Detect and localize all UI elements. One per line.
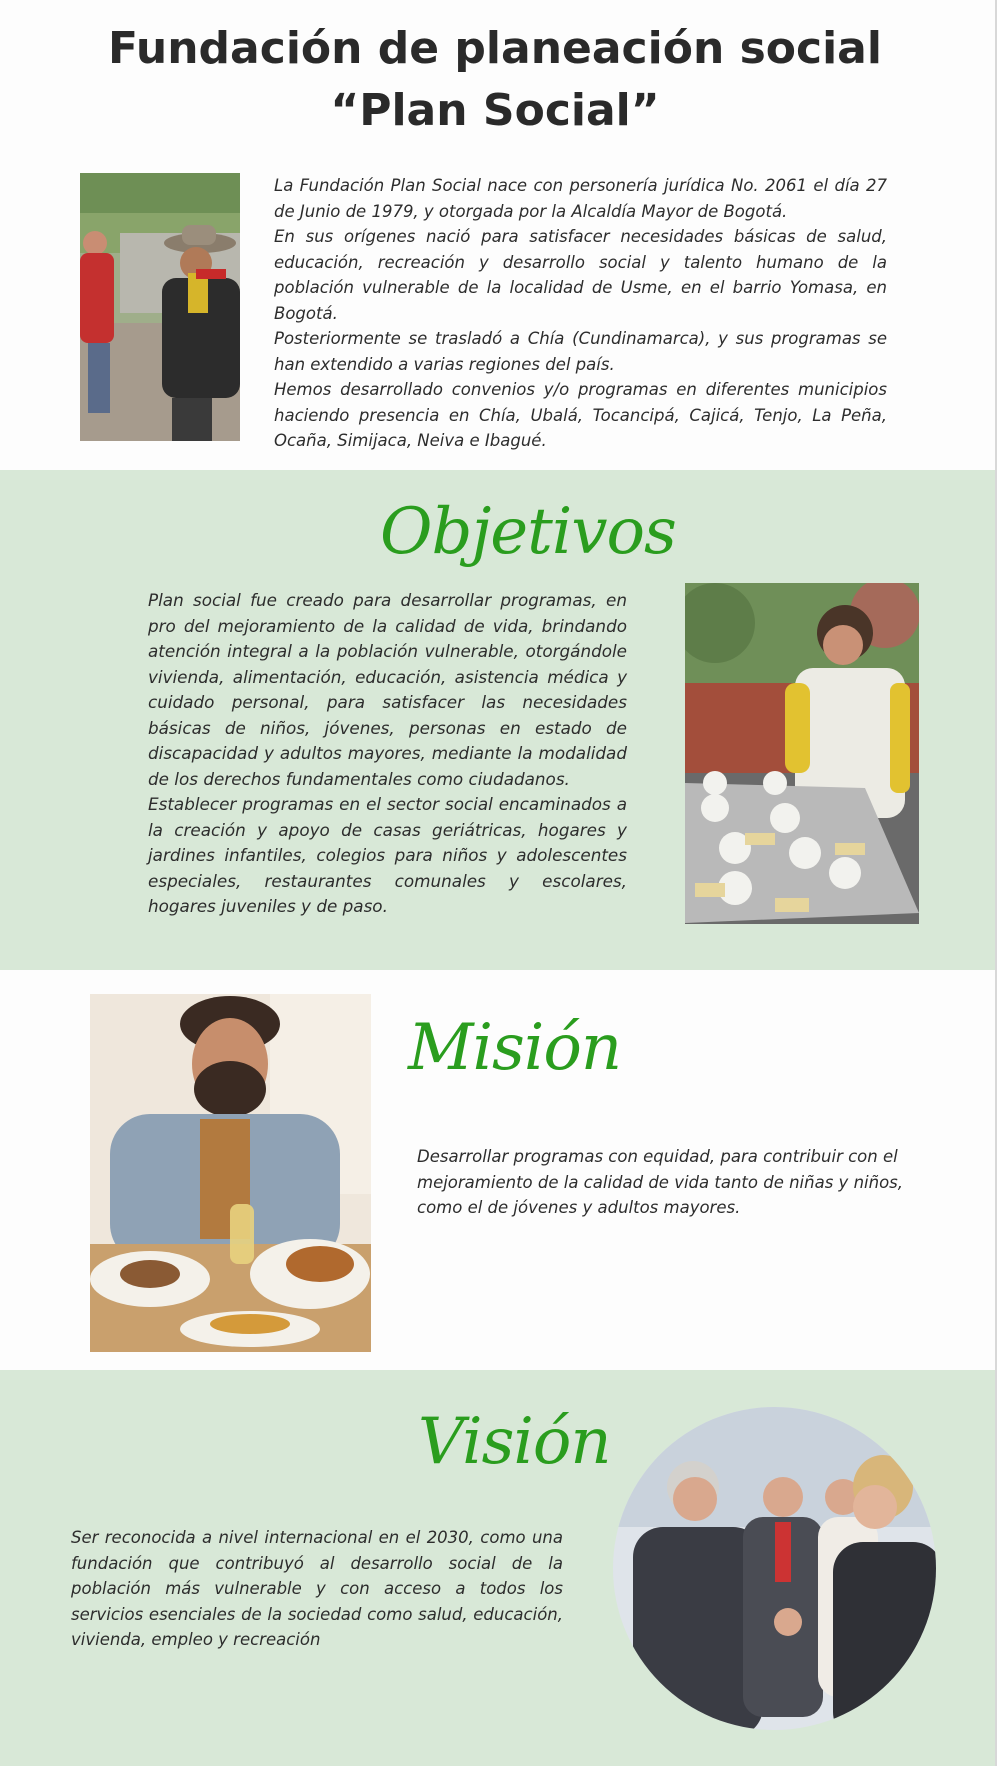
mision-text: Desarrollar programas con equidad, para …: [417, 1147, 904, 1217]
page-title: Fundación de planeación social “Plan Soc…: [60, 18, 930, 142]
objetivos-paragraph: Establecer programas en el sector social…: [148, 794, 627, 916]
page-title-line-1: Fundación de planeación social: [108, 23, 882, 74]
mision-section: Misión Desarrollar programas con equidad…: [0, 970, 997, 1370]
business-handshake-photo: [613, 1407, 936, 1730]
intro-section: Fundación de planeación social “Plan Soc…: [0, 0, 997, 470]
objetivos-title: Objetivos: [380, 495, 677, 569]
vision-title: Visión: [418, 1405, 612, 1479]
objetivos-section: Objetivos Plan social fue creado para de…: [0, 470, 997, 970]
objetivos-paragraph: Plan social fue creado para desarrollar …: [148, 590, 627, 789]
volunteer-serving-coffee-photo: [685, 583, 919, 924]
man-eating-photo: [90, 994, 371, 1352]
mision-title: Misión: [408, 1011, 622, 1085]
intro-paragraph: Posteriormente se trasladó a Chía (Cundi…: [274, 329, 887, 374]
vision-section: Visión Ser reconocida a nivel internacio…: [0, 1370, 997, 1766]
intro-text: La Fundación Plan Social nace con person…: [274, 173, 887, 454]
intro-paragraph: La Fundación Plan Social nace con person…: [274, 176, 887, 221]
objetivos-text: Plan social fue creado para desarrollar …: [148, 588, 627, 920]
page-title-line-2: “Plan Social”: [330, 85, 660, 136]
intro-paragraph: Hemos desarrollado convenios y/o program…: [274, 380, 887, 450]
elderly-dancing-photo: [80, 173, 240, 441]
vision-text: Ser reconocida a nivel internacional en …: [71, 1528, 563, 1649]
intro-paragraph: En sus orígenes nació para satisfacer ne…: [274, 227, 887, 323]
